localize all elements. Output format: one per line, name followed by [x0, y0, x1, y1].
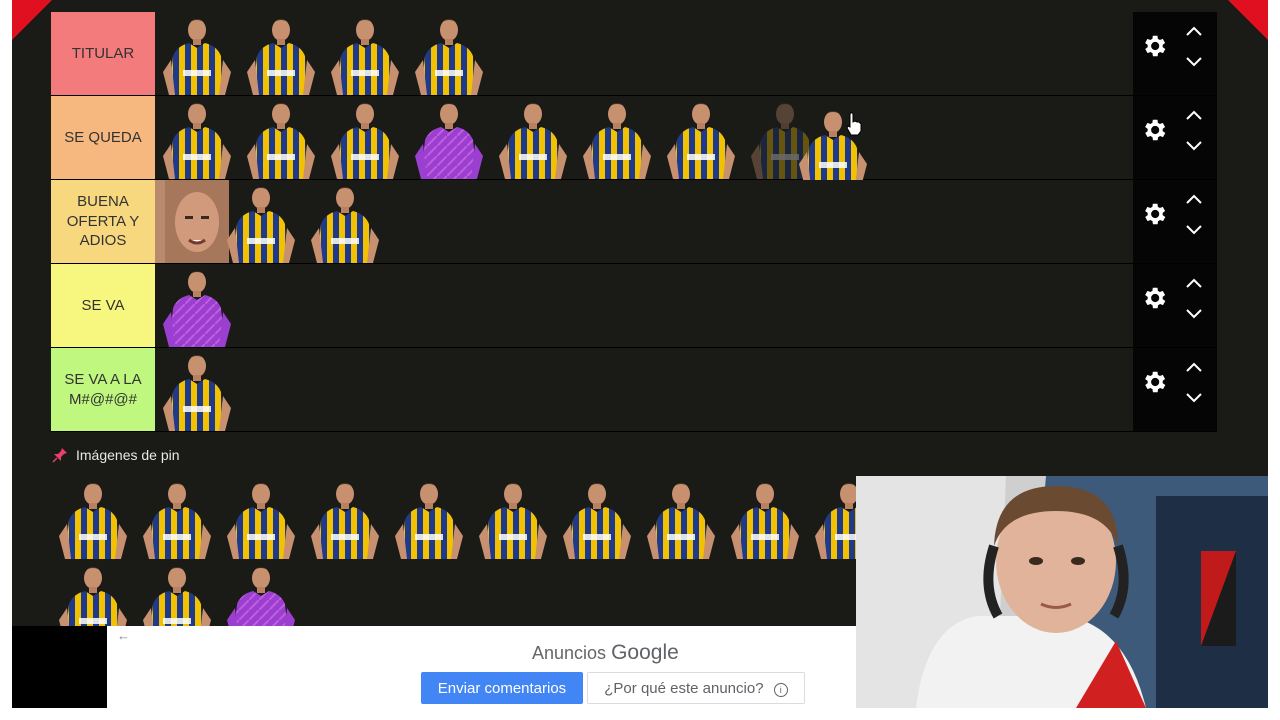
tier-row-se-va-a-la: SE VA A LA M#@#@# [51, 348, 1217, 432]
ad-title-prefix: Anuncios [532, 643, 607, 663]
pinned-player-card[interactable] [51, 560, 135, 628]
player-card[interactable] [219, 180, 303, 263]
pinned-player-card[interactable] [807, 476, 856, 559]
pinned-player-card[interactable] [51, 476, 135, 559]
tier-controls [1133, 348, 1217, 431]
pinned-player-card[interactable] [639, 476, 723, 559]
pin-header: Imágenes de pin [52, 445, 180, 465]
ad-side-block [12, 626, 107, 708]
tier-controls [1133, 180, 1217, 263]
tier-label[interactable]: BUENA OFERTA Y ADIOS [51, 180, 155, 263]
gear-icon[interactable] [1140, 32, 1168, 60]
chevron-down-icon[interactable] [1185, 391, 1203, 403]
tier-controls [1133, 96, 1217, 179]
player-card[interactable] [323, 96, 407, 179]
pinned-player-card[interactable] [303, 476, 387, 559]
tier-controls [1133, 264, 1217, 347]
arrow-left-icon[interactable]: ← [117, 628, 130, 643]
tier-label[interactable]: SE QUEDA [51, 96, 155, 179]
pinned-player-card[interactable] [387, 476, 471, 559]
chevron-down-icon[interactable] [1185, 223, 1203, 235]
pin-grid [51, 476, 856, 628]
tier-controls [1133, 12, 1217, 95]
pushpin-icon [52, 448, 67, 463]
gear-icon[interactable] [1140, 200, 1168, 228]
corner-decoration [12, 0, 52, 40]
tier-row-buena-oferta: BUENA OFERTA Y ADIOS [51, 180, 1217, 264]
chevron-up-icon[interactable] [1185, 276, 1203, 288]
tier-items[interactable] [155, 264, 1133, 347]
corner-decoration [1228, 0, 1268, 40]
player-card[interactable] [155, 12, 239, 95]
player-card[interactable] [407, 12, 491, 95]
webcam-overlay [856, 476, 1268, 708]
pinned-player-card[interactable] [471, 476, 555, 559]
tier-items[interactable] [155, 12, 1133, 95]
pinned-player-card[interactable] [555, 476, 639, 559]
info-icon: i [773, 682, 788, 697]
pinned-player-card[interactable] [135, 476, 219, 559]
player-card[interactable] [155, 264, 239, 347]
player-card[interactable] [155, 96, 239, 179]
chevron-down-icon[interactable] [1185, 307, 1203, 319]
player-card-closeup[interactable] [155, 180, 229, 263]
pinned-player-card[interactable] [219, 476, 303, 559]
player-card[interactable] [575, 96, 659, 179]
tier-label[interactable]: TITULAR [51, 12, 155, 95]
chevron-up-icon[interactable] [1185, 24, 1203, 36]
tier-items[interactable] [155, 96, 1133, 179]
gear-icon[interactable] [1140, 284, 1168, 312]
why-this-ad-button[interactable]: ¿Por qué este anuncio? i [587, 672, 805, 704]
hand-cursor-icon [845, 112, 863, 136]
player-card[interactable] [491, 96, 575, 179]
why-this-ad-label: ¿Por qué este anuncio? [604, 679, 764, 697]
chevron-down-icon[interactable] [1185, 139, 1203, 151]
tier-row-titular: TITULAR [51, 12, 1217, 96]
player-card[interactable] [155, 348, 239, 431]
player-card[interactable] [323, 12, 407, 95]
gear-icon[interactable] [1140, 368, 1168, 396]
ad-title: Anuncios Google [532, 641, 679, 665]
pinned-player-card[interactable] [219, 560, 303, 628]
player-card[interactable] [407, 96, 491, 179]
gear-icon[interactable] [1140, 116, 1168, 144]
pin-label: Imágenes de pin [76, 447, 180, 463]
chevron-up-icon[interactable] [1185, 108, 1203, 120]
player-card[interactable] [239, 12, 323, 95]
pinned-player-card[interactable] [723, 476, 807, 559]
player-card[interactable] [303, 180, 387, 263]
tier-label[interactable]: SE VA A LA M#@#@# [51, 348, 155, 431]
player-card[interactable] [239, 96, 323, 179]
tier-items[interactable] [155, 180, 1133, 263]
tier-table: TITULAR SE QUEDA BUENA OFERTA Y ADIOS SE… [51, 12, 1217, 432]
chevron-down-icon[interactable] [1185, 55, 1203, 67]
chevron-up-icon[interactable] [1185, 192, 1203, 204]
pinned-player-card[interactable] [135, 560, 219, 628]
tier-row-se-queda: SE QUEDA [51, 96, 1217, 180]
google-logo: Google [611, 641, 679, 664]
tier-row-se-va: SE VA [51, 264, 1217, 348]
tier-label[interactable]: SE VA [51, 264, 155, 347]
player-card[interactable] [659, 96, 743, 179]
send-feedback-button[interactable]: Enviar comentarios [421, 672, 583, 704]
tier-items[interactable] [155, 348, 1133, 431]
chevron-up-icon[interactable] [1185, 360, 1203, 372]
